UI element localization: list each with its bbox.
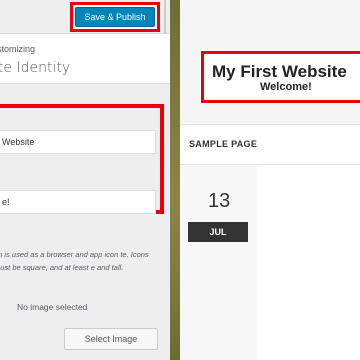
customizing-label: ustomizing	[0, 44, 36, 54]
nav-item-sample-page[interactable]: SAMPLE PAGE	[189, 139, 257, 149]
customizer-sidebar: Save & Publish ustomizing ite Identity W…	[0, 0, 170, 360]
preview-site-title[interactable]: My First Website	[212, 62, 347, 82]
header-separator	[164, 0, 166, 34]
fields-highlight: Website e!	[0, 104, 164, 214]
panel-header: ustomizing ite Identity	[0, 34, 170, 84]
save-publish-button[interactable]: Save & Publish	[75, 7, 155, 27]
site-title-field[interactable]: Website	[0, 130, 156, 154]
site-icon-description: on is used as a browser and app icon te.…	[0, 250, 149, 272]
site-branding-highlight[interactable]: My First Website Welcome!	[201, 51, 360, 103]
select-image-button[interactable]: Select Image	[64, 328, 158, 350]
preview-header: My First Website Welcome!	[180, 0, 360, 125]
tagline-field[interactable]: e!	[0, 190, 156, 214]
preview-nav: SAMPLE PAGE	[180, 125, 360, 165]
no-image-label: No image selected	[17, 302, 88, 312]
post-date-day: 13	[208, 190, 231, 212]
site-preview: My First Website Welcome! SAMPLE PAGE 13…	[180, 0, 360, 360]
section-title: ite Identity	[0, 60, 71, 76]
post-date-month: JUL	[188, 222, 248, 242]
preview-site-tagline: Welcome!	[260, 81, 312, 93]
publish-highlight: Save & Publish	[70, 2, 160, 32]
customizer-header: Save & Publish	[0, 0, 170, 34]
preview-divider	[170, 0, 180, 360]
